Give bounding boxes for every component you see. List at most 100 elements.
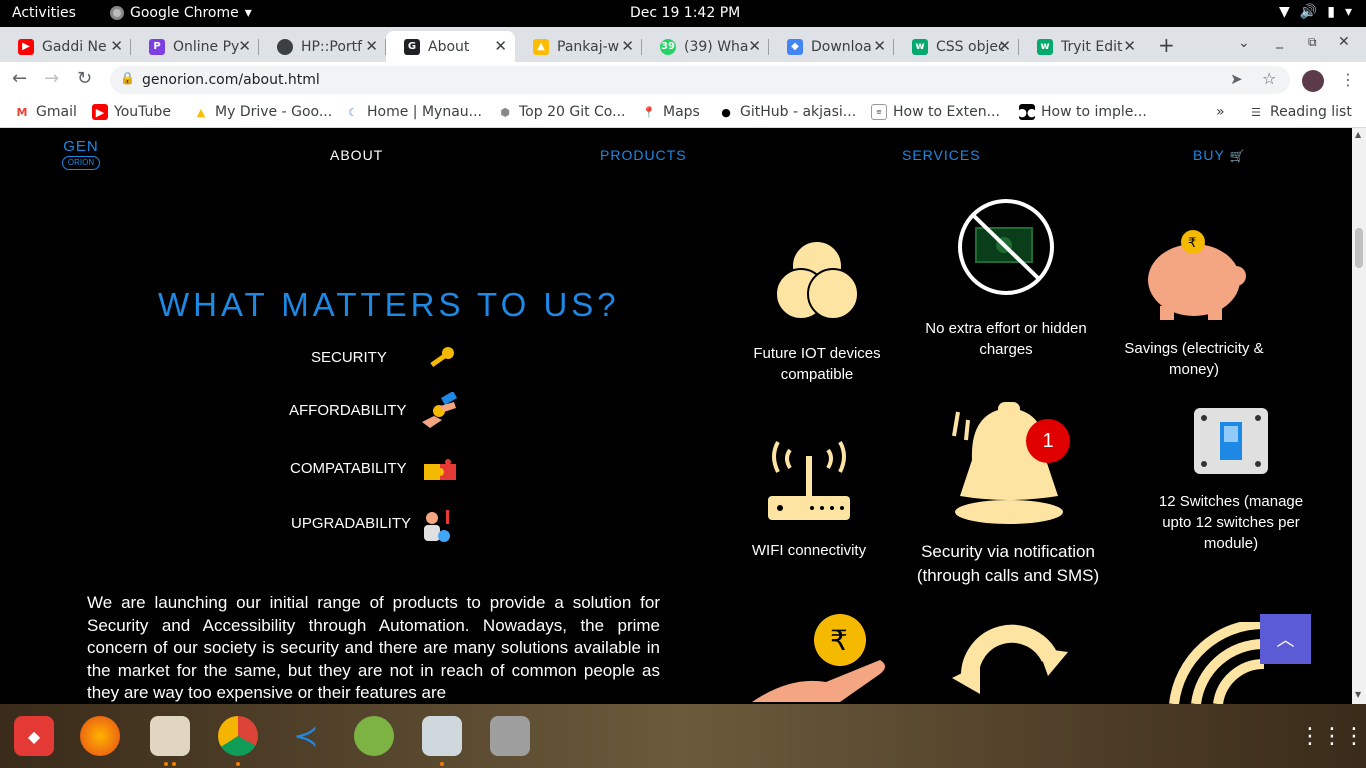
page-scrollbar[interactable]: ▲ ▼ xyxy=(1352,128,1366,704)
wireless-signal-icon xyxy=(1169,622,1265,704)
scroll-down-icon[interactable]: ▼ xyxy=(1355,690,1361,699)
close-icon[interactable]: ✕ xyxy=(494,37,507,55)
reload-button[interactable]: ↻ xyxy=(77,68,92,89)
bookmark-label: Maps xyxy=(663,104,700,120)
tab-title: Online Py xyxy=(173,38,240,55)
volume-icon: 🔊 xyxy=(1299,4,1318,20)
bookmark-implement[interactable]: ●● How to imple... xyxy=(1017,104,1147,120)
bookmark-mynaukri[interactable]: ☾ Home | Mynau... xyxy=(345,104,482,120)
close-icon[interactable]: ✕ xyxy=(238,37,251,55)
close-icon[interactable]: ✕ xyxy=(365,37,378,55)
nav-products[interactable]: PRODUCTS xyxy=(600,147,687,163)
nav-buy[interactable]: BUY 🛒 xyxy=(1193,147,1245,163)
nav-about[interactable]: ABOUT xyxy=(330,147,383,163)
bookmark-github[interactable]: ● GitHub - akjasi... xyxy=(718,104,856,120)
gmail-icon: M xyxy=(16,105,28,119)
nav-services[interactable]: SERVICES xyxy=(902,147,981,163)
tab-whatsapp[interactable]: 39 (39) Wha ✕ xyxy=(642,31,769,62)
tab-download[interactable]: ◆ Downloa ✕ xyxy=(769,31,894,62)
minimize-button[interactable]: _ xyxy=(1276,33,1283,49)
bookmark-gmail[interactable]: M Gmail xyxy=(14,104,77,120)
image-viewer-icon[interactable] xyxy=(422,716,462,756)
bookmarks-bar: M Gmail ▶ YouTube ▲ My Drive - Goo... ☾ Home… xyxy=(0,98,1366,128)
genorion-logo[interactable]: GEN ORION xyxy=(62,138,100,178)
close-icon[interactable]: ✕ xyxy=(748,37,761,55)
feature-wifi: WIFI connectivity xyxy=(751,542,867,559)
feature-iot: Future IOT devices compatible xyxy=(753,345,881,383)
system-tray[interactable]: ▼ 🔊 ▮ ▾ xyxy=(1279,4,1352,20)
tab-online-python[interactable]: P Online Py ✕ xyxy=(131,31,259,62)
close-icon[interactable]: ✕ xyxy=(998,37,1011,55)
scroll-to-top-button[interactable]: ︿ xyxy=(1260,614,1311,664)
close-icon[interactable]: ✕ xyxy=(110,37,123,55)
notification-badge: 1 xyxy=(1026,419,1070,463)
nav-buy-label: BUY xyxy=(1193,147,1225,163)
taskbar-dock: ◆ ≺ ⋮⋮⋮ xyxy=(0,704,1366,768)
scrollbar-thumb[interactable] xyxy=(1355,228,1363,268)
tab-strip: ▶ Gaddi Ne ✕ P Online Py ✕ HP::Portf ✕ G… xyxy=(0,27,1366,62)
app-menu[interactable]: Google Chrome ▾ xyxy=(110,5,252,21)
sync-arrows-icon xyxy=(952,624,1068,694)
anydesk-icon[interactable]: ◆ xyxy=(14,716,54,756)
disk-utility-icon[interactable] xyxy=(490,716,530,756)
bookmark-label: Gmail xyxy=(36,104,77,120)
vscode-icon[interactable]: ≺ xyxy=(286,716,326,756)
tab-title: CSS objec xyxy=(936,38,1004,55)
bookmark-label: How to Exten... xyxy=(893,104,1000,120)
forward-button[interactable]: → xyxy=(44,68,59,89)
page-heading: WHAT MATTERS TO US? xyxy=(158,286,620,323)
upgrade-person-icon xyxy=(424,510,450,542)
tab-gaddi[interactable]: ▶ Gaddi Ne ✕ xyxy=(0,31,131,62)
value-affordability: AFFORDABILITY xyxy=(289,402,407,419)
chrome-icon[interactable] xyxy=(218,716,258,756)
close-window-button[interactable]: ✕ xyxy=(1338,34,1350,50)
w3schools-icon: w xyxy=(912,38,928,55)
close-icon[interactable]: ✕ xyxy=(873,37,886,55)
medium-icon: ●● xyxy=(1017,104,1037,120)
clock[interactable]: Dec 19 1:42 PM xyxy=(630,5,740,21)
close-icon[interactable]: ✕ xyxy=(1123,37,1136,55)
bookmark-star-icon[interactable]: ☆ xyxy=(1262,69,1276,88)
value-compatability: COMPATABILITY xyxy=(290,460,407,477)
bookmark-extend[interactable]: ≡ How to Exten... xyxy=(871,104,1000,120)
tab-tryit-editor[interactable]: w Tryit Edit ✕ xyxy=(1019,31,1144,62)
close-icon[interactable]: ✕ xyxy=(621,37,634,55)
firefox-icon[interactable] xyxy=(80,716,120,756)
web-page: GEN ORION ABOUT PRODUCTS SERVICES BUY 🛒 … xyxy=(0,128,1352,704)
files-icon[interactable] xyxy=(150,716,190,756)
back-button[interactable]: ← xyxy=(12,68,27,89)
new-tab-button[interactable]: + xyxy=(1158,33,1175,57)
wifi-icon: ▼ xyxy=(1279,4,1290,20)
bookmark-git[interactable]: ⬢ Top 20 Git Co... xyxy=(497,104,625,120)
tab-pankaj-drive[interactable]: ▲ Pankaj-w ✕ xyxy=(515,31,642,62)
send-to-devices-icon[interactable]: ➤ xyxy=(1230,70,1243,88)
lock-icon[interactable]: 🔒 xyxy=(120,71,135,85)
chrome-icon xyxy=(110,6,124,20)
mynaukri-icon: ☾ xyxy=(348,105,358,119)
bookmark-youtube[interactable]: ▶ YouTube xyxy=(92,104,171,120)
globe-icon xyxy=(277,38,293,55)
activities-button[interactable]: Activities xyxy=(12,5,76,21)
cloud-app-icon[interactable] xyxy=(354,716,394,756)
logo-text-bottom: ORION xyxy=(62,156,100,170)
tab-about[interactable]: G About ✕ xyxy=(386,31,515,62)
tab-search-icon[interactable]: ⌄ xyxy=(1238,35,1250,51)
git-icon: ⬢ xyxy=(500,105,510,119)
app-grid-icon[interactable]: ⋮⋮⋮ xyxy=(1299,716,1365,756)
bookmark-drive[interactable]: ▲ My Drive - Goo... xyxy=(193,104,332,120)
scroll-up-icon[interactable]: ▲ xyxy=(1355,130,1361,139)
menu-icon[interactable]: ⋮ xyxy=(1340,70,1356,89)
reading-list-icon: ☰ xyxy=(1251,105,1261,119)
genorion-icon: G xyxy=(404,38,420,55)
more-bookmarks-icon[interactable]: » xyxy=(1216,104,1225,120)
youtube-icon: ▶ xyxy=(18,38,34,55)
tab-css-object[interactable]: w CSS objec ✕ xyxy=(894,31,1019,62)
reading-list-button[interactable]: ☰ Reading list xyxy=(1248,104,1352,120)
money-hands-icon xyxy=(422,392,458,428)
profile-avatar[interactable] xyxy=(1302,70,1324,92)
address-bar[interactable]: 🔒 genorion.com/about.html ➤ ☆ xyxy=(110,66,1290,94)
bookmark-maps[interactable]: 📍 Maps xyxy=(641,104,700,120)
tab-title: Gaddi Ne xyxy=(42,38,107,55)
tab-hp-portfolio[interactable]: HP::Portf ✕ xyxy=(259,31,386,62)
restore-button[interactable]: ⧉ xyxy=(1308,35,1317,50)
